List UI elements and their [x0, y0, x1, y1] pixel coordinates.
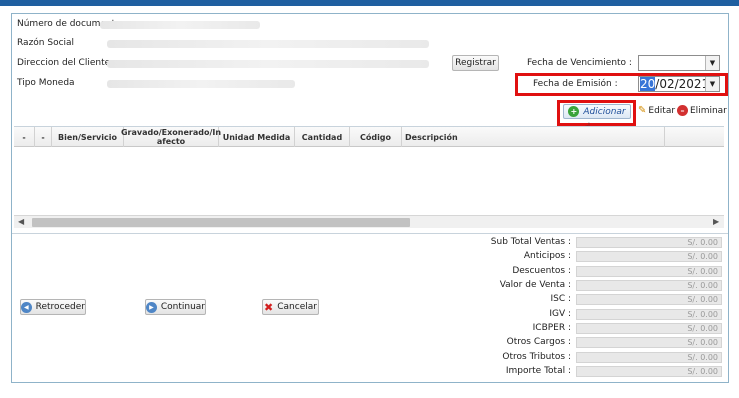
- chevron-down-icon[interactable]: ▼: [705, 77, 719, 91]
- total-label-valor-venta: Valor de Venta :: [499, 280, 571, 290]
- total-value-sub-total: S/. 0.00: [576, 237, 722, 248]
- col-header-codigo: Código: [350, 127, 402, 147]
- back-icon: ◀: [21, 301, 32, 313]
- cancel-icon: ✖: [264, 300, 274, 314]
- continuar-button[interactable]: ▶ Continuar: [145, 299, 206, 315]
- fecha-emision-select[interactable]: 20/02/2021 ▼: [638, 76, 720, 92]
- editar-button[interactable]: ✎ Editar: [638, 105, 675, 116]
- section-divider: [12, 233, 728, 234]
- total-label-icbper: ICBPER :: [532, 323, 571, 333]
- col-header-gravado-line2: afecto: [156, 137, 186, 146]
- total-label-otros-cargos: Otros Cargos :: [506, 337, 571, 347]
- total-label-isc: ISC :: [550, 294, 571, 304]
- adicionar-button[interactable]: + Adicionar: [563, 104, 631, 119]
- continuar-label: Continuar: [160, 302, 205, 312]
- delete-icon: –: [677, 105, 688, 116]
- tipo-moneda-value: [107, 80, 295, 88]
- total-value-valor-venta: S/. 0.00: [576, 280, 722, 291]
- cancelar-label: Cancelar: [277, 302, 317, 312]
- fecha-emision-day: 20: [640, 77, 656, 91]
- total-value-otros-tributos: S/. 0.00: [576, 352, 722, 363]
- retroceder-button[interactable]: ◀ Retroceder: [20, 299, 86, 315]
- scroll-left-icon[interactable]: ◀: [18, 217, 24, 226]
- scrollbar-thumb[interactable]: [32, 218, 410, 227]
- col-header-gravado: Gravado/Exonerado/In afecto: [120, 127, 222, 147]
- direccion-label: Direccion del Cliente: [17, 58, 111, 68]
- grid-header: - - Bien/Servicio Gravado/Exonerado/In a…: [14, 127, 724, 147]
- adicionar-label: Adicionar: [583, 106, 626, 117]
- chevron-down-icon[interactable]: ▼: [705, 56, 719, 70]
- fecha-emision-label: Fecha de Emisión :: [533, 79, 618, 89]
- col-header-dash-1: -: [14, 127, 35, 147]
- scroll-right-icon[interactable]: ▶: [713, 217, 719, 226]
- razon-social-value: [107, 40, 429, 48]
- total-value-descuentos: S/. 0.00: [576, 266, 722, 277]
- total-label-anticipos: Anticipos :: [523, 251, 571, 261]
- eliminar-label: Eliminar: [690, 105, 727, 116]
- editar-label: Editar: [648, 105, 676, 116]
- col-header-extra: [665, 127, 724, 147]
- total-label-descuentos: Descuentos :: [512, 266, 571, 276]
- numero-documento-value: [100, 21, 260, 29]
- total-label-sub-total: Sub Total Ventas :: [490, 237, 571, 247]
- col-header-bien-servicio: Bien/Servicio: [52, 127, 124, 147]
- total-label-otros-tributos: Otros Tributos :: [502, 352, 571, 362]
- direccion-value: [107, 60, 429, 68]
- total-label-importe-total: Importe Total :: [505, 366, 571, 376]
- total-value-isc: S/. 0.00: [576, 294, 722, 305]
- eliminar-button[interactable]: – Eliminar: [677, 105, 727, 116]
- razon-social-label: Razón Social: [17, 38, 75, 48]
- forward-icon: ▶: [146, 301, 157, 313]
- cancelar-button[interactable]: ✖ Cancelar: [262, 299, 319, 315]
- total-label-igv: IGV :: [549, 309, 571, 319]
- total-value-anticipos: S/. 0.00: [576, 251, 722, 262]
- fecha-vencimiento-label: Fecha de Vencimiento :: [527, 58, 632, 68]
- top-bar: [0, 0, 739, 6]
- fecha-emision-rest: /02/2021: [655, 77, 710, 91]
- total-value-importe-total: S/. 0.00: [576, 366, 722, 377]
- items-grid: - - Bien/Servicio Gravado/Exonerado/In a…: [14, 126, 724, 228]
- horizontal-scrollbar[interactable]: ◀ ▶: [14, 215, 724, 228]
- total-value-otros-cargos: S/. 0.00: [576, 337, 722, 348]
- col-header-descripcion: Descripción: [402, 127, 665, 147]
- col-header-gravado-line1: Gravado/Exonerado/In: [120, 128, 222, 137]
- add-icon: +: [568, 106, 580, 117]
- fecha-vencimiento-select[interactable]: ▼: [638, 55, 720, 71]
- col-header-dash-2: -: [35, 127, 52, 147]
- col-header-cantidad: Cantidad: [295, 127, 350, 147]
- col-header-unidad-medida: Unidad Medida: [219, 127, 295, 147]
- registrar-button[interactable]: Registrar: [452, 55, 499, 71]
- total-value-igv: S/. 0.00: [576, 309, 722, 320]
- tipo-moneda-label: Tipo Moneda: [17, 78, 75, 88]
- total-value-icbper: S/. 0.00: [576, 323, 722, 334]
- retroceder-label: Retroceder: [35, 302, 85, 312]
- pencil-icon: ✎: [638, 105, 647, 116]
